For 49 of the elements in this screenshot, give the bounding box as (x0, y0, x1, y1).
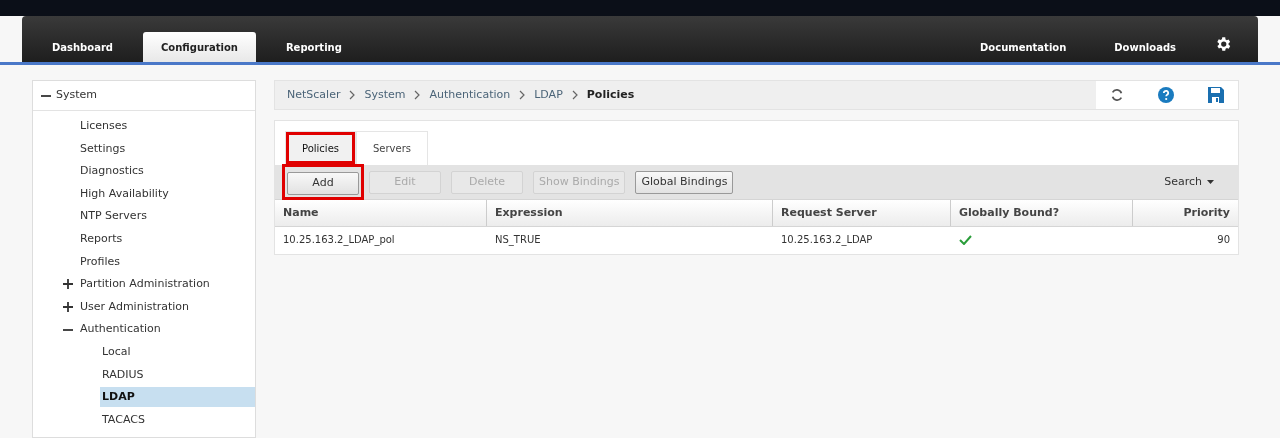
breadcrumb-item[interactable]: Authentication (429, 86, 511, 104)
tree-item[interactable]: Partition Administration (78, 274, 255, 295)
table-cell-text: NS_TRUE (494, 233, 542, 248)
breadcrumb-item[interactable]: LDAP (534, 86, 563, 104)
search-dropdown[interactable]: Search (1164, 173, 1214, 191)
toolbar-button[interactable]: Add (287, 171, 359, 195)
save-icon[interactable] (1208, 87, 1224, 103)
breadcrumb-item[interactable]: NetScaler (287, 86, 341, 104)
column-header[interactable]: Name (275, 200, 487, 226)
tree-item[interactable]: Reports (78, 229, 255, 250)
column-header[interactable]: Priority (1133, 200, 1238, 226)
refresh-icon[interactable] (1110, 88, 1124, 102)
expand-icon[interactable] (63, 279, 73, 290)
expand-icon[interactable] (63, 302, 73, 313)
tree-item[interactable]: User Administration (78, 297, 255, 318)
column-header[interactable]: Request Server (773, 200, 951, 226)
tree-item[interactable]: Authentication (78, 319, 255, 340)
chevron-right-icon (571, 90, 578, 100)
tab[interactable]: Policies (285, 131, 356, 165)
chevron-right-icon (414, 90, 421, 100)
chevron-right-icon (519, 90, 526, 100)
tree-item[interactable]: TACACS (100, 410, 255, 430)
tree-item[interactable]: LDAP (100, 387, 255, 408)
help-icon[interactable] (1158, 87, 1174, 103)
table-cell-text: 10.25.163.2_LDAP_pol (282, 233, 396, 248)
nav-tab[interactable]: Configuration (143, 32, 256, 62)
tree-item[interactable]: Settings (78, 138, 255, 159)
tree-item[interactable]: Licenses (78, 116, 255, 137)
table-cell-text: 10.25.163.2_LDAP (780, 233, 874, 248)
breadcrumb-item: Policies (586, 86, 635, 103)
column-header[interactable]: Expression (487, 200, 773, 226)
tree-item[interactable]: NTP Servers (78, 206, 255, 227)
nav-link[interactable]: Documentation (956, 32, 1091, 62)
nav-link[interactable]: Downloads (1090, 32, 1200, 62)
table-cell-text: 90 (1216, 233, 1231, 247)
tree-item[interactable]: System (56, 87, 98, 104)
tree-item[interactable]: Diagnostics (78, 161, 255, 182)
breadcrumb-item[interactable]: System (364, 86, 406, 104)
nav-tab[interactable]: Dashboard (34, 32, 131, 62)
tree-item[interactable]: RADIUS (100, 364, 255, 385)
tree-item[interactable]: Local (100, 342, 255, 363)
tree-item[interactable]: High Availability (78, 184, 255, 205)
tab[interactable]: Servers (356, 131, 428, 165)
column-header[interactable]: Globally Bound? (951, 200, 1133, 226)
chevron-right-icon (349, 90, 356, 100)
tree-item[interactable]: Profiles (78, 251, 255, 272)
caret-icon (1207, 180, 1214, 184)
nav-tab[interactable]: Reporting (267, 32, 360, 62)
toolbar-button[interactable]: Global Bindings (635, 170, 734, 194)
